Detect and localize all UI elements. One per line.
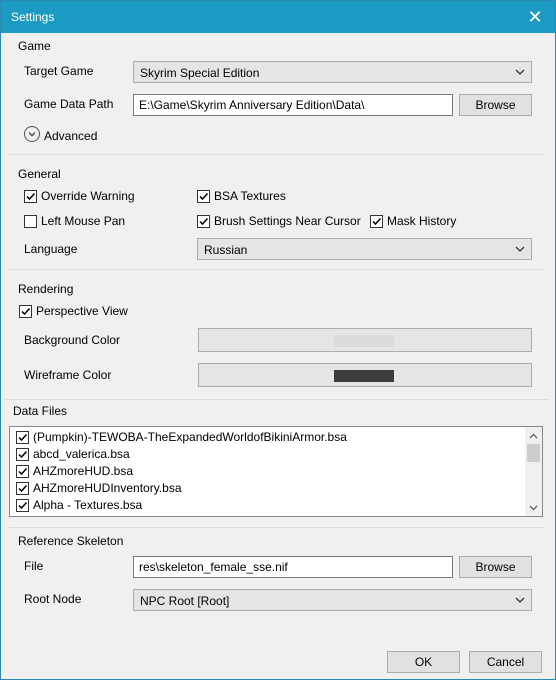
checkbox-box xyxy=(24,214,37,228)
list-item[interactable]: (Pumpkin)-TEWOBA-TheExpandedWorldofBikin… xyxy=(16,430,347,444)
file-label: File xyxy=(24,559,44,573)
override-warning-checkbox[interactable]: Override Warning xyxy=(24,189,135,203)
data-path-field[interactable] xyxy=(133,94,453,116)
target-game-label: Target Game xyxy=(24,64,94,78)
game-group-title: Game xyxy=(18,39,51,53)
skeleton-browse-button[interactable]: Browse xyxy=(459,556,532,578)
background-color-label: Background Color xyxy=(24,333,121,347)
cancel-button[interactable]: Cancel xyxy=(469,651,542,673)
advanced-label[interactable]: Advanced xyxy=(44,129,97,143)
checkbox-box xyxy=(197,214,210,228)
data-files-group-title: Data Files xyxy=(13,404,68,418)
data-files-list[interactable]: (Pumpkin)-TEWOBA-TheExpandedWorldofBikin… xyxy=(9,426,543,517)
list-item[interactable]: abcd_valerica.bsa xyxy=(16,447,130,461)
reference-skeleton-group-title: Reference Skeleton xyxy=(18,534,124,548)
chevron-down-icon xyxy=(28,132,36,137)
language-label: Language xyxy=(24,242,78,256)
root-node-select[interactable]: NPC Root [Root] xyxy=(133,589,532,611)
brush-near-cursor-checkbox[interactable]: Brush Settings Near Cursor xyxy=(197,214,361,228)
list-item[interactable]: AHZmoreHUD.bsa xyxy=(16,464,133,478)
override-warning-label: Override Warning xyxy=(41,189,135,203)
perspective-view-checkbox[interactable]: Perspective View xyxy=(19,304,128,318)
checkbox-box[interactable] xyxy=(16,447,29,461)
list-item[interactable]: Alpha - Textures.bsa xyxy=(16,498,142,512)
checkbox-box[interactable] xyxy=(16,464,29,478)
checkbox-box xyxy=(197,189,210,203)
list-item[interactable]: AHZmoreHUDInventory.bsa xyxy=(16,481,182,495)
bsa-textures-checkbox[interactable]: BSA Textures xyxy=(197,189,286,203)
wireframe-color-label: Wireframe Color xyxy=(24,368,112,382)
language-select[interactable]: Russian xyxy=(197,238,532,260)
scroll-down-button[interactable] xyxy=(525,499,542,516)
brush-near-cursor-label: Brush Settings Near Cursor xyxy=(214,214,361,228)
background-color-swatch xyxy=(334,335,394,347)
chevron-up-icon xyxy=(529,433,538,438)
skeleton-file-field[interactable] xyxy=(133,556,453,578)
mask-history-checkbox[interactable]: Mask History xyxy=(370,214,456,228)
cancel-label: Cancel xyxy=(486,655,525,669)
chevron-down-icon xyxy=(515,69,525,75)
browse-label: Browse xyxy=(475,560,516,574)
wireframe-color-picker[interactable] xyxy=(198,363,532,387)
wireframe-color-swatch xyxy=(334,370,394,382)
close-icon: ✕ xyxy=(527,6,543,27)
root-node-value: NPC Root [Root] xyxy=(140,594,230,608)
checkbox-box[interactable] xyxy=(16,498,29,512)
data-path-browse-button[interactable]: Browse xyxy=(459,94,532,116)
mask-history-label: Mask History xyxy=(387,214,457,228)
data-file-name: AHZmoreHUD.bsa xyxy=(33,464,134,478)
browse-label: Browse xyxy=(475,98,516,112)
data-path-label: Game Data Path xyxy=(24,97,114,111)
close-button[interactable]: ✕ xyxy=(515,1,555,33)
advanced-expander-button[interactable] xyxy=(24,126,40,142)
background-color-picker[interactable] xyxy=(198,328,532,352)
bsa-textures-label: BSA Textures xyxy=(214,189,286,203)
ok-label: OK xyxy=(414,655,433,669)
data-file-name: Alpha - Textures.bsa xyxy=(33,498,143,512)
settings-window: Settings ✕ Game Target Game Skyrim Speci… xyxy=(0,0,556,680)
data-file-name: (Pumpkin)-TEWOBA-TheExpandedWorldofBikin… xyxy=(33,430,347,444)
chevron-down-icon xyxy=(515,246,525,252)
target-game-select[interactable]: Skyrim Special Edition xyxy=(133,61,532,83)
scroll-thumb[interactable] xyxy=(527,444,540,462)
target-game-value: Skyrim Special Edition xyxy=(140,66,260,80)
ok-button[interactable]: OK xyxy=(387,651,460,673)
chevron-down-icon xyxy=(529,505,538,510)
left-mouse-pan-checkbox[interactable]: Left Mouse Pan xyxy=(24,214,125,228)
perspective-view-label: Perspective View xyxy=(36,304,128,318)
title-bar: Settings ✕ xyxy=(1,1,555,33)
chevron-down-icon xyxy=(515,597,525,603)
data-file-name: abcd_valerica.bsa xyxy=(33,447,130,461)
left-mouse-pan-label: Left Mouse Pan xyxy=(41,214,126,228)
general-group-title: General xyxy=(18,167,61,181)
skeleton-file-input[interactable] xyxy=(139,560,447,574)
root-node-label: Root Node xyxy=(24,592,82,606)
checkbox-box xyxy=(19,304,32,318)
checkbox-box xyxy=(370,214,383,228)
data-files-scrollbar[interactable] xyxy=(525,427,542,516)
data-path-input[interactable] xyxy=(139,98,447,112)
checkbox-box[interactable] xyxy=(16,481,29,495)
scroll-up-button[interactable] xyxy=(525,427,542,444)
language-value: Russian xyxy=(204,243,248,257)
checkbox-box xyxy=(24,189,37,203)
checkbox-box[interactable] xyxy=(16,430,29,444)
window-title: Settings xyxy=(11,10,55,24)
rendering-group-title: Rendering xyxy=(18,282,74,296)
data-file-name: AHZmoreHUDInventory.bsa xyxy=(33,481,182,495)
